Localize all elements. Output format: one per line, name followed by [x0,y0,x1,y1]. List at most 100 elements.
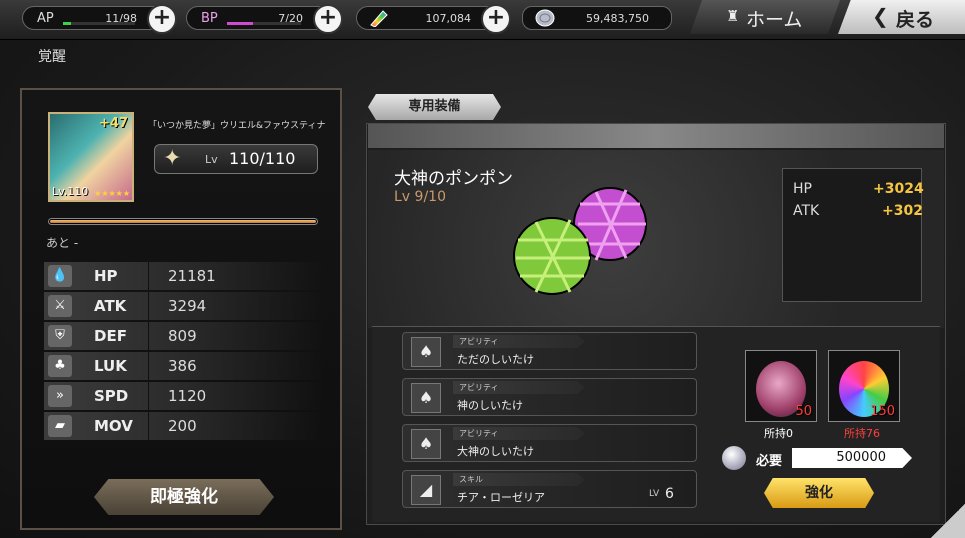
bonus-value: +3024 [873,181,924,197]
stat-value: 809 [168,327,197,345]
bonus-row-atk: ATK +302 [793,203,923,219]
rarity-stars: ★★★★★ [94,189,130,198]
level-box: ✦ Lv 110/110 [154,144,318,174]
ability-name: 神のしいたけ [457,399,523,412]
stat-value: 1120 [168,387,207,405]
chevrons-icon: » [48,385,72,407]
crystal-plus-button[interactable]: + [481,4,511,34]
chevron-left-icon: ❮ [872,4,889,28]
equipment-level: Lv 9/10 [394,189,446,205]
ability-item[interactable]: ♠ アビリティ 大神のしいたけ [402,424,697,462]
stat-name: HP [94,267,118,285]
character-panel: +47 Lv.110 ★★★★★ 「いつか見た夢」ウリエル&ファウスティナ ✦ … [20,88,342,530]
skill-tag: スキル [453,473,585,486]
skill-level-label: LV [649,489,660,499]
stat-row-spd: » SPD 1120 [44,382,324,410]
sword-icon: ⚔ [48,295,72,317]
stat-row-luk: ♣ LUK 386 [44,352,324,380]
home-label: ホーム [746,9,803,31]
material-owned: 所持0 [764,427,793,440]
mushroom-icon: ♠ [411,337,441,367]
back-label: 戻る [896,9,935,31]
crystal-counter: 107,084 + [356,4,511,34]
home-button[interactable]: ♜ ホーム [690,0,840,34]
exp-remaining: あと - [46,236,79,250]
ap-label: AP [37,11,54,26]
castle-icon: ♜ [726,7,740,25]
material-slot-1[interactable]: 50 [745,350,817,422]
stat-value: 200 [168,417,197,435]
required-cost: 必要 500000 [722,446,912,470]
boot-icon: ▰ [48,415,72,437]
ap-plus-button[interactable]: + [147,4,177,34]
silver-coin-icon [535,9,555,27]
clover-icon: ♣ [48,355,72,377]
silver-coin-icon [722,446,746,470]
ap-counter: AP 11/98 + [22,4,177,34]
bonus-key: HP [793,181,812,197]
mushroom-icon: ♠ [411,429,441,459]
stat-row-def: ⛨ DEF 809 [44,322,324,350]
mushroom-icon: ♠ [411,383,441,413]
stat-name: SPD [94,387,129,405]
stat-name: DEF [94,327,127,345]
equipment-name: 大神のポンポン [394,169,513,189]
bonus-row-hp: HP +3024 [793,181,924,197]
tab-exclusive-equipment[interactable]: 専用装備 [368,94,501,120]
equipment-bonus-box: HP +3024 ATK +302 [782,168,924,302]
shield-icon: ⛨ [48,325,72,347]
stat-value: 386 [168,357,197,375]
blade-icon: ◢ [411,475,441,505]
material-count: 50 [795,404,812,419]
required-value: 500000 [792,448,912,468]
coin-value: 59,483,750 [586,12,649,25]
drop-icon: 💧 [48,265,72,287]
material-slot-2[interactable]: 150 [828,350,900,422]
ap-bar [63,22,135,25]
stat-value: 21181 [168,267,216,285]
menu-corner-button[interactable] [931,504,965,538]
skill-level-value: 6 [665,486,674,502]
back-button[interactable]: ❮ 戻る [838,0,965,34]
level-label: Lv [205,153,218,166]
pompom-image [513,187,647,295]
stat-name: MOV [94,417,133,435]
ability-name: ただのしいたけ [457,353,534,366]
stat-row-atk: ⚔ ATK 3294 [44,292,324,320]
material-owned: 所持76 [844,427,880,440]
page-title: 覚醒 [38,49,66,65]
bp-counter: BP 7/20 + [186,4,343,34]
enhance-button[interactable]: 強化 [764,478,874,508]
skill-item[interactable]: ◢ スキル チア・ローゼリア LV 6 [402,470,697,508]
bp-label: BP [201,11,218,26]
stat-name: ATK [94,297,127,315]
exp-bar [48,218,318,225]
plus-value: +47 [99,116,128,131]
portrait-level: Lv.110 [52,185,89,198]
header-banner [368,124,944,148]
rainbow-crystal-icon [370,10,388,27]
awaken-star-icon: ✦ [163,146,182,171]
bp-bar [227,22,301,25]
ability-tag: アビリティ [453,427,585,440]
ability-name: 大神のしいたけ [457,445,534,458]
level-value: 110/110 [229,149,296,168]
bonus-key: ATK [793,203,820,219]
bp-plus-button[interactable]: + [313,4,343,34]
insta-enhance-button[interactable]: 即極強化 [94,479,274,515]
character-portrait[interactable]: +47 Lv.110 ★★★★★ [48,112,134,202]
stat-row-mov: ▰ MOV 200 [44,412,324,440]
stat-row-hp: 💧 HP 21181 [44,262,324,290]
stat-name: LUK [94,357,127,375]
crystal-value: 107,084 [425,12,472,25]
top-bar: AP 11/98 + BP 7/20 + 107,084 + 59,483,75… [0,0,965,40]
coin-counter: 59,483,750 [522,6,672,30]
ability-item[interactable]: ♠ アビリティ ただのしいたけ [402,332,697,370]
stat-value: 3294 [168,297,207,315]
ability-item[interactable]: ♠ アビリティ 神のしいたけ [402,378,697,416]
material-count: 150 [870,404,895,419]
ability-tag: アビリティ [453,381,585,394]
bonus-value: +302 [882,203,923,219]
ability-tag: アビリティ [453,335,585,348]
skill-name: チア・ローゼリア [457,491,545,504]
